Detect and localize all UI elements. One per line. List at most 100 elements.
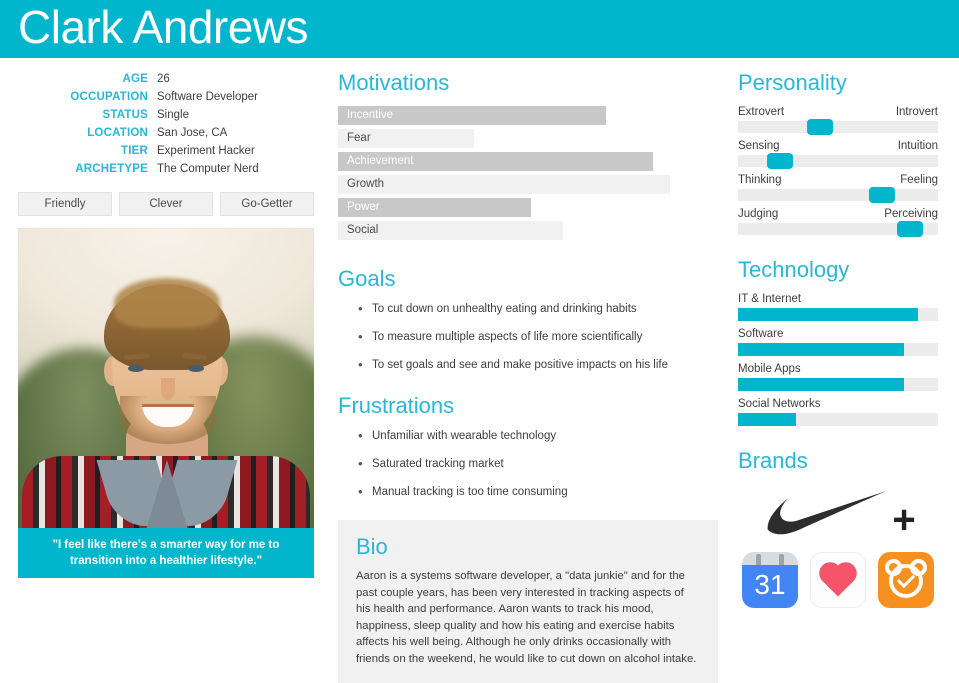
personality-slider-track[interactable]: [738, 119, 938, 135]
photo-eye-right: [188, 365, 204, 372]
personality-slider-thumb[interactable]: [897, 221, 923, 237]
personality-label-right: Intuition: [897, 140, 938, 152]
personality-slider-thumb[interactable]: [767, 153, 793, 169]
table-row: AGE 26: [18, 70, 314, 88]
personality-slider-thumb[interactable]: [869, 187, 895, 203]
technology-bar-fill: [738, 343, 904, 356]
right-column: Personality Extrovert Introvert Sensing …: [738, 70, 938, 608]
persona-quote: "I feel like there's a smarter way for m…: [18, 528, 314, 578]
google-calendar-icon: 31: [742, 552, 798, 608]
page-title: Clark Andrews: [18, 1, 309, 53]
persona-info-table: AGE 26 OCCUPATION Software Developer STA…: [18, 70, 314, 178]
technology-label: Mobile Apps: [738, 363, 801, 375]
technology-bar-track: [738, 378, 938, 391]
personality-slider-thumb[interactable]: [807, 119, 833, 135]
brands-heading: Brands: [738, 448, 808, 473]
table-row: TIER Experiment Hacker: [18, 142, 314, 160]
technology-bar-fill: [738, 308, 918, 321]
list-item: Unfamiliar with wearable technology: [358, 428, 718, 444]
technology-bar-fill: [738, 413, 796, 426]
goals-heading: Goals: [338, 266, 396, 291]
motivations-section: Motivations Incentive Fear Achievement G…: [338, 70, 718, 240]
page-header: Clark Andrews: [0, 0, 959, 58]
info-key: AGE: [122, 73, 148, 85]
calendar-date-label: 31: [754, 569, 786, 600]
alarm-clock-app-icon: [878, 552, 934, 608]
bio-text: Aaron is a systems software developer, a…: [356, 570, 697, 665]
goals-section: Goals To cut down on unhealthy eating an…: [338, 266, 718, 373]
motivation-row-incentive: Incentive: [338, 106, 718, 125]
trait-chip-group: Friendly Clever Go-Getter: [18, 192, 314, 216]
list-item: To set goals and see and make positive i…: [358, 357, 718, 373]
bio-heading: Bio: [356, 534, 388, 559]
trait-chip-clever: Clever: [119, 192, 213, 216]
personality-label-left: Extrovert: [738, 106, 785, 118]
motivation-row-growth: Growth: [338, 175, 718, 194]
apple-health-icon: [810, 552, 866, 608]
personality-slider-track[interactable]: [738, 221, 938, 237]
brand-icon-row: 31: [738, 552, 938, 608]
personality-labels: Extrovert Introvert: [738, 106, 938, 118]
bio-section: Bio Aaron is a systems software develope…: [338, 520, 718, 683]
table-row: LOCATION San Jose, CA: [18, 124, 314, 142]
info-value: Single: [157, 109, 189, 121]
technology-label: Software: [738, 328, 784, 340]
trait-chip-friendly: Friendly: [18, 192, 112, 216]
technology-row-it-internet: IT & Internet: [738, 293, 938, 321]
info-key: STATUS: [102, 109, 148, 121]
table-row: STATUS Single: [18, 106, 314, 124]
personality-labels: Sensing Intuition: [738, 140, 938, 152]
personality-labels: Thinking Feeling: [738, 174, 938, 186]
technology-bar-track: [738, 413, 938, 426]
nike-plus-symbol: +: [892, 498, 916, 542]
photo-hair-highlight: [114, 278, 220, 328]
list-item: To cut down on unhealthy eating and drin…: [358, 301, 718, 317]
list-item: Saturated tracking market: [358, 456, 718, 472]
personality-row-extrovert-introvert: Extrovert Introvert: [738, 106, 938, 135]
personality-section: Personality Extrovert Introvert Sensing …: [738, 70, 938, 237]
info-value: 26: [157, 73, 170, 85]
technology-section: Technology IT & Internet Software Mobile…: [738, 257, 938, 426]
frustrations-section: Frustrations Unfamiliar with wearable te…: [338, 393, 718, 500]
goals-list: To cut down on unhealthy eating and drin…: [338, 301, 718, 373]
motivation-row-social: Social: [338, 221, 718, 240]
middle-column: Motivations Incentive Fear Achievement G…: [338, 70, 718, 683]
technology-label: Social Networks: [738, 398, 821, 410]
persona-photo: "I feel like there's a smarter way for m…: [18, 228, 314, 578]
technology-bar-track: [738, 308, 938, 321]
frustrations-heading: Frustrations: [338, 393, 455, 418]
technology-row-social-networks: Social Networks: [738, 398, 938, 426]
list-item: Manual tracking is too time consuming: [358, 484, 718, 500]
info-key: OCCUPATION: [70, 91, 148, 103]
left-column: AGE 26 OCCUPATION Software Developer STA…: [18, 70, 314, 578]
motivation-row-fear: Fear: [338, 129, 718, 148]
info-key: ARCHETYPE: [75, 163, 148, 175]
motivation-bar: Social: [338, 221, 563, 240]
nike-swoosh-icon: [767, 491, 886, 535]
nike-plus-logo: +: [738, 484, 938, 542]
technology-label: IT & Internet: [738, 293, 802, 305]
personality-label-left: Thinking: [738, 174, 782, 186]
motivation-bar: Growth: [338, 175, 670, 194]
personality-slider-track[interactable]: [738, 153, 938, 169]
personality-heading: Personality: [738, 70, 847, 95]
motivation-bar: Fear: [338, 129, 474, 148]
table-row: OCCUPATION Software Developer: [18, 88, 314, 106]
brands-section: Brands + 31: [738, 448, 938, 608]
personality-row-thinking-feeling: Thinking Feeling: [738, 174, 938, 203]
list-item: To measure multiple aspects of life more…: [358, 329, 718, 345]
personality-slider-track[interactable]: [738, 187, 938, 203]
heart-icon: [822, 565, 854, 597]
photo-eye-left: [128, 365, 144, 372]
info-value: San Jose, CA: [157, 127, 228, 139]
trait-chip-go-getter: Go-Getter: [220, 192, 314, 216]
personality-row-judging-perceiving: Judging Perceiving: [738, 208, 938, 237]
personality-label-right: Perceiving: [884, 208, 938, 220]
technology-bar-fill: [738, 378, 904, 391]
technology-bar-track: [738, 343, 938, 356]
motivation-row-achievement: Achievement: [338, 152, 718, 171]
info-value: The Computer Nerd: [157, 163, 259, 175]
personality-label-left: Sensing: [738, 140, 780, 152]
table-row: ARCHETYPE The Computer Nerd: [18, 160, 314, 178]
info-value: Experiment Hacker: [157, 145, 255, 157]
